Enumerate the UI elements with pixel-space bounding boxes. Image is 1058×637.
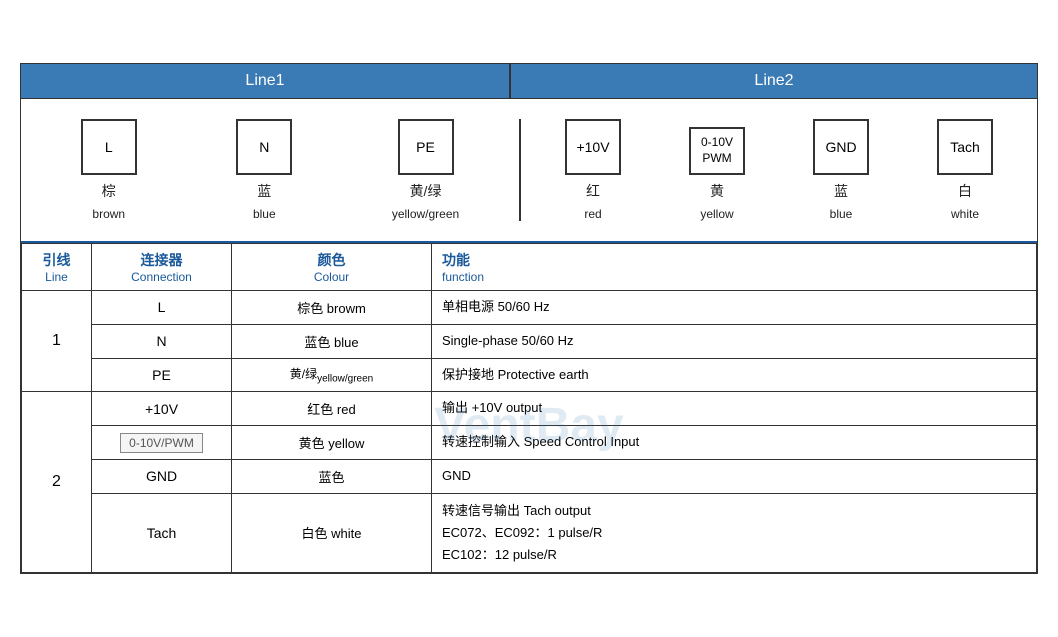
table-row: N 蓝色 blue Single-phase 50/60 Hz <box>22 324 1037 358</box>
connector-GND-en: blue <box>830 207 853 221</box>
line-2-conn-PWM: 0-10V/PWM <box>92 426 232 460</box>
table-section: 引线 Line 连接器 Connection 颜色 Colour 功能 func… <box>21 243 1037 573</box>
connector-PWM-en: yellow <box>700 207 733 221</box>
connector-PE: PE 黄/绿 yellow/green <box>392 119 459 221</box>
connector-Tach: Tach 白 white <box>937 119 993 221</box>
line-2-color-PWM: 黄色 yellow <box>232 426 432 460</box>
connector-PE-cn: 黄/绿 <box>410 181 442 201</box>
table-row: 2 +10V 红色 red 输出 +10V output <box>22 392 1037 426</box>
line-2-number: 2 <box>22 392 92 573</box>
header-line1: Line1 <box>21 64 511 98</box>
header-line2: Line2 <box>511 64 1037 98</box>
table-row: Tach 白色 white 转速信号输出 Tach output EC072、E… <box>22 493 1037 572</box>
line-2-color-Tach: 白色 white <box>232 493 432 572</box>
line-1-func-N: Single-phase 50/60 Hz <box>432 324 1037 358</box>
line-1-func-PE: 保护接地 Protective earth <box>432 358 1037 392</box>
connector-PWM: 0-10VPWM 黄 yellow <box>689 127 745 221</box>
line-2-func-Tach: 转速信号输出 Tach output EC072、EC092：1 pulse/R… <box>432 493 1037 572</box>
line-2-func-10V: 输出 +10V output <box>432 392 1037 426</box>
line-2-conn-Tach: Tach <box>92 493 232 572</box>
line1-diagram: L 棕 brown N 蓝 blue PE 黄/绿 yellow/green <box>31 119 521 221</box>
header-row: Line1 Line2 <box>21 64 1037 99</box>
diagram-row: L 棕 brown N 蓝 blue PE 黄/绿 yellow/green +… <box>21 99 1037 243</box>
line-1-conn-PE: PE <box>92 358 232 392</box>
th-function: 功能 function <box>432 243 1037 290</box>
connector-L-en: brown <box>92 207 125 221</box>
line-1-conn-L: L <box>92 290 232 324</box>
line-1-color-L: 棕色 browm <box>232 290 432 324</box>
connector-10V: +10V 红 red <box>565 119 621 221</box>
line-2-conn-GND: GND <box>92 459 232 493</box>
connector-N-box: N <box>236 119 292 175</box>
connector-Tach-cn: 白 <box>958 181 972 201</box>
connector-GND: GND 蓝 blue <box>813 119 869 221</box>
connector-L-box: L <box>81 119 137 175</box>
main-container: VentBay Line1 Line2 L 棕 brown N 蓝 blue P… <box>20 63 1038 574</box>
th-colour: 颜色 Colour <box>232 243 432 290</box>
table-header-row: 引线 Line 连接器 Connection 颜色 Colour 功能 func… <box>22 243 1037 290</box>
connector-GND-box: GND <box>813 119 869 175</box>
connector-PWM-box: 0-10VPWM <box>689 127 745 175</box>
line-2-func-PWM: 转速控制输入 Speed Control Input <box>432 426 1037 460</box>
connector-L-cn: 棕 <box>102 181 116 201</box>
th-line: 引线 Line <box>22 243 92 290</box>
connector-10V-en: red <box>584 207 601 221</box>
connector-PE-en: yellow/green <box>392 207 459 221</box>
main-table: 引线 Line 连接器 Connection 颜色 Colour 功能 func… <box>21 243 1037 573</box>
connector-N-en: blue <box>253 207 276 221</box>
line-1-color-PE: 黄/绿yellow/green <box>232 358 432 392</box>
line-2-color-GND: 蓝色 <box>232 459 432 493</box>
connector-L: L 棕 brown <box>81 119 137 221</box>
connector-GND-cn: 蓝 <box>834 181 848 201</box>
line-2-color-10V: 红色 red <box>232 392 432 426</box>
connector-PWM-cn: 黄 <box>710 181 724 201</box>
table-row: GND 蓝色 GND <box>22 459 1037 493</box>
line-1-func-L: 单相电源 50/60 Hz <box>432 290 1037 324</box>
line-1-conn-N: N <box>92 324 232 358</box>
line-2-func-GND: GND <box>432 459 1037 493</box>
line-1-number: 1 <box>22 290 92 391</box>
th-connection: 连接器 Connection <box>92 243 232 290</box>
connector-N-cn: 蓝 <box>257 181 271 201</box>
connector-N: N 蓝 blue <box>236 119 292 221</box>
connector-PE-box: PE <box>398 119 454 175</box>
line-2-conn-10V: +10V <box>92 392 232 426</box>
table-row: 0-10V/PWM 黄色 yellow 转速控制输入 Speed Control… <box>22 426 1037 460</box>
line2-diagram: +10V 红 red 0-10VPWM 黄 yellow GND 蓝 blue … <box>521 119 1027 221</box>
table-row: PE 黄/绿yellow/green 保护接地 Protective earth <box>22 358 1037 392</box>
pwm-box-label: 0-10V/PWM <box>120 433 203 453</box>
connector-Tach-box: Tach <box>937 119 993 175</box>
connector-10V-box: +10V <box>565 119 621 175</box>
table-row: 1 L 棕色 browm 单相电源 50/60 Hz <box>22 290 1037 324</box>
line-1-color-N: 蓝色 blue <box>232 324 432 358</box>
connector-10V-cn: 红 <box>586 181 600 201</box>
connector-Tach-en: white <box>951 207 979 221</box>
